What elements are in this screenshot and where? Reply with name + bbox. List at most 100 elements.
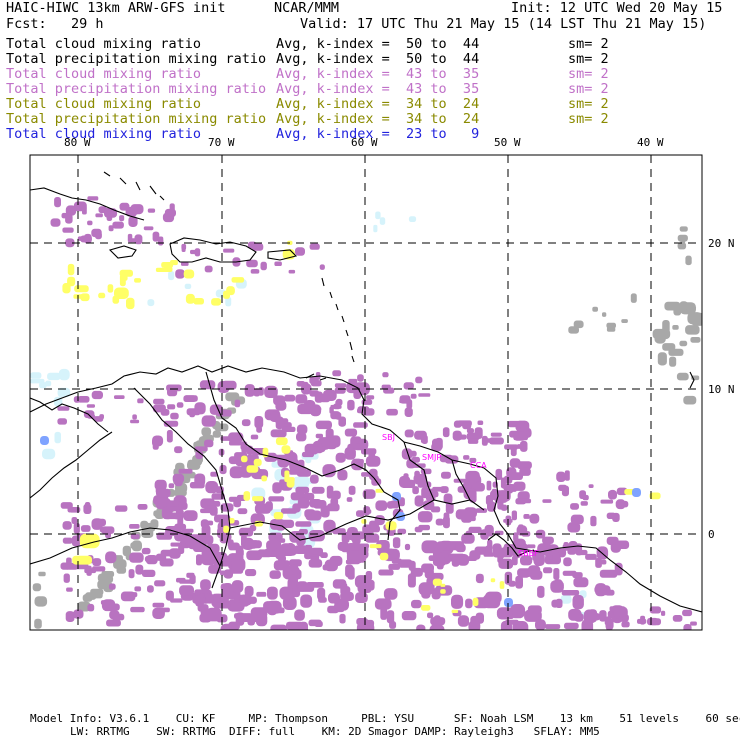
purple-cloud-cell <box>265 501 273 512</box>
yellow-precip-cell <box>275 437 288 446</box>
purple-cloud-cell <box>129 524 140 529</box>
purple-cloud-cell <box>204 265 213 273</box>
purple-cloud-cell <box>269 570 281 579</box>
purple-cloud-cell <box>308 530 325 542</box>
purple-cloud-cell <box>563 557 572 567</box>
purple-cloud-cell <box>441 471 451 479</box>
yellow-precip-cell <box>440 583 446 587</box>
purple-cloud-cell <box>147 585 154 593</box>
purple-cloud-cell <box>77 236 84 241</box>
purple-cloud-cell <box>200 579 211 591</box>
purple-cloud-cell <box>615 499 626 510</box>
purple-cloud-cell <box>467 438 479 444</box>
purple-cloud-cell <box>245 569 257 577</box>
purple-cloud-cell <box>206 607 222 622</box>
purple-cloud-cell <box>387 501 394 509</box>
station-label-cca: CCA <box>470 461 487 470</box>
purple-cloud-cell <box>375 500 388 511</box>
purple-cloud-cell <box>401 611 417 621</box>
purple-cloud-cell <box>564 622 579 630</box>
purple-cloud-cell <box>523 514 530 519</box>
cyan-cloud-cell <box>375 211 381 220</box>
yellow-precip-cell <box>286 478 295 488</box>
gray-cloud-cell <box>32 583 42 592</box>
purple-cloud-cell <box>168 483 175 489</box>
purple-cloud-cell <box>179 585 194 596</box>
purple-cloud-cell <box>415 376 423 384</box>
purple-cloud-cell <box>683 624 692 630</box>
purple-cloud-cell <box>238 614 251 622</box>
purple-cloud-cell <box>418 393 431 397</box>
station-label-sbbf: SBBF <box>518 549 539 558</box>
yellow-precip-cell <box>369 544 382 549</box>
purple-cloud-cell <box>581 619 594 630</box>
purple-cloud-cell <box>553 568 560 580</box>
purple-cloud-cell <box>300 594 313 608</box>
purple-cloud-cell <box>550 580 564 593</box>
purple-cloud-cell <box>239 594 253 606</box>
purple-cloud-cell <box>389 621 397 629</box>
purple-cloud-cell <box>440 486 449 494</box>
purple-cloud-cell <box>86 404 95 408</box>
purple-cloud-cell <box>509 458 521 468</box>
purple-cloud-cell <box>311 486 325 494</box>
purple-cloud-cell <box>346 550 364 564</box>
purple-cloud-cell <box>507 420 523 428</box>
purple-cloud-cell <box>295 394 308 404</box>
purple-cloud-cell <box>80 525 91 532</box>
purple-cloud-cell <box>353 443 364 449</box>
purple-cloud-cell <box>308 446 323 454</box>
purple-cloud-cell <box>170 598 183 603</box>
purple-cloud-cell <box>268 496 285 502</box>
purple-cloud-cell <box>475 573 484 584</box>
purple-cloud-cell <box>84 233 92 244</box>
purple-cloud-cell <box>314 406 320 415</box>
gray-cloud-cell <box>679 226 688 232</box>
cyan-cloud-cell <box>42 448 56 460</box>
purple-cloud-cell <box>353 422 368 428</box>
purple-cloud-cell <box>62 227 74 233</box>
yellow-precip-cell <box>126 297 135 310</box>
purple-cloud-cell <box>436 541 447 550</box>
purple-cloud-cell <box>130 419 140 424</box>
cyan-cloud-cell <box>408 216 417 222</box>
purple-cloud-cell <box>552 551 560 562</box>
purple-cloud-cell <box>474 427 483 439</box>
lon-label-60w: 60 W <box>351 136 378 149</box>
purple-cloud-cell <box>309 499 322 508</box>
purple-cloud-cell <box>331 490 341 500</box>
cyan-cloud-cell <box>379 217 386 225</box>
purple-cloud-cell <box>249 616 267 623</box>
purple-cloud-cell <box>189 411 195 418</box>
purple-cloud-cell <box>200 519 209 528</box>
gray-cloud-cell <box>592 306 598 312</box>
purple-cloud-cell <box>170 412 179 420</box>
purple-cloud-cell <box>281 508 298 514</box>
purple-cloud-cell <box>608 490 617 500</box>
yellow-precip-cell <box>451 609 459 613</box>
purple-cloud-cell <box>130 606 145 613</box>
purple-cloud-cell <box>374 515 385 526</box>
gray-cloud-cell <box>676 372 689 381</box>
gray-cloud-cell <box>130 542 140 549</box>
purple-cloud-cell <box>50 218 61 227</box>
yellow-precip-cell <box>67 263 75 276</box>
purple-cloud-cell <box>130 552 142 561</box>
purple-cloud-cell <box>244 384 255 397</box>
yellow-precip-cell <box>241 455 248 463</box>
purple-cloud-cell <box>408 560 416 571</box>
lon-label-80w: 80 W <box>64 136 91 149</box>
purple-cloud-cell <box>563 542 569 550</box>
purple-cloud-cell <box>290 564 299 572</box>
purple-cloud-cell <box>354 543 369 549</box>
purple-cloud-cell <box>235 545 244 560</box>
purple-cloud-cell <box>378 569 394 576</box>
purple-cloud-cell <box>112 613 125 621</box>
lon-label-50w: 50 W <box>494 136 521 149</box>
yellow-precip-cell <box>385 521 397 531</box>
purple-cloud-cell <box>366 395 375 400</box>
purple-cloud-cell <box>257 549 272 558</box>
purple-cloud-cell <box>176 577 186 583</box>
purple-cloud-cell <box>227 539 234 548</box>
yellow-precip-cell <box>98 292 106 299</box>
